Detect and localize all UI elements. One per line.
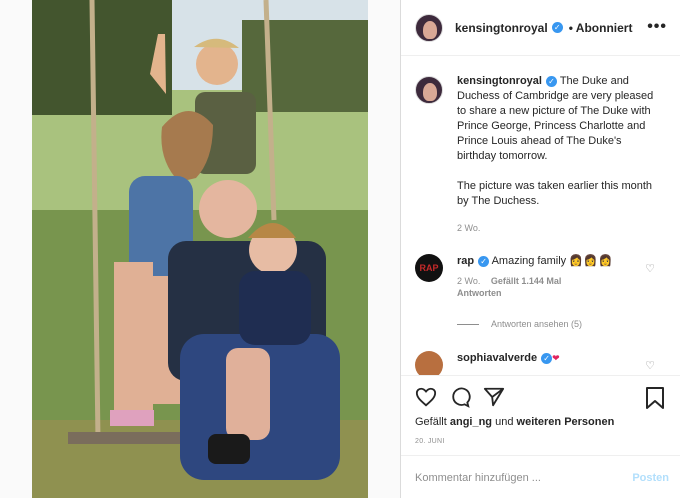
comment-like-count[interactable]: Gefällt 1.144 Mal	[491, 276, 562, 286]
comments-list[interactable]: kensingtonroyal ✓ The Duke and Duchess of…	[401, 56, 680, 375]
like-summary[interactable]: Gefällt angi_ng und weiteren Personen	[415, 416, 614, 428]
caption-verified-icon: ✓	[545, 76, 557, 87]
comment-age: 2 Wo.	[457, 276, 481, 286]
more-options-icon[interactable]: •••	[647, 18, 667, 36]
verified-badge-icon: ✓	[551, 22, 563, 33]
speech-bubble-icon[interactable]	[449, 386, 475, 412]
family-photo-illustration	[32, 0, 368, 498]
comment-meta: 2 Wo. Gefällt 1.144 Mal Antworten	[457, 275, 637, 299]
view-replies-label: Antworten ansehen (5)	[491, 319, 583, 329]
commenter-avatar[interactable]: RAP	[415, 254, 443, 282]
comment-body: rap ✓ Amazing family 👩👩👩 2 Wo. Gefällt 1.…	[457, 254, 637, 299]
comment-composer: Kommentar hinzufügen ... Posten	[401, 455, 680, 498]
heart-emoji-icon: ❤	[552, 353, 560, 363]
comment-item: RAP rap ✓ Amazing family 👩👩👩 2 Wo. Gefäll…	[415, 254, 675, 299]
bookmark-icon[interactable]	[645, 386, 669, 412]
post-header: kensingtonroyal ✓ • Abonniert •••	[401, 0, 680, 56]
reply-link[interactable]: Antworten	[457, 288, 502, 298]
commenter-username[interactable]: rap	[457, 255, 474, 267]
action-icons	[415, 386, 517, 412]
left-gutter	[0, 0, 32, 498]
likes-prefix: Gefällt	[415, 416, 447, 428]
caption-avatar[interactable]	[415, 76, 443, 104]
paper-plane-icon[interactable]	[483, 386, 509, 412]
comment-like-icon[interactable]: ♡	[645, 359, 655, 372]
replies-divider	[457, 323, 479, 325]
comment-emojis: 👩👩👩	[569, 255, 614, 267]
caption-age: 2 Wo.	[457, 223, 481, 233]
follow-status[interactable]: • Abonniert	[569, 21, 633, 35]
post-caption: kensingtonroyal ✓ The Duke and Duchess of…	[415, 74, 675, 236]
post-photo[interactable]	[32, 0, 368, 498]
comment-like-icon[interactable]: ♡	[645, 262, 655, 275]
view-replies[interactable]: Antworten ansehen (5)	[457, 319, 582, 329]
commenter-verified-icon: ✓	[541, 353, 553, 364]
likes-middle: und	[495, 416, 514, 428]
caption-username[interactable]: kensingtonroyal	[457, 75, 542, 87]
caption-text: kensingtonroyal ✓ The Duke and Duchess of…	[457, 74, 657, 236]
caption-body-2: The picture was taken earlier this month…	[457, 180, 653, 207]
account-avatar[interactable]	[415, 13, 443, 42]
comment-text: Amazing family	[491, 255, 567, 267]
account-username[interactable]: kensingtonroyal	[455, 21, 548, 35]
post-date: 20. JUNI	[415, 438, 445, 445]
likes-user[interactable]: angi_ng	[450, 416, 492, 428]
commenter-avatar[interactable]	[415, 351, 443, 375]
heart-outline-icon[interactable]	[415, 386, 441, 412]
follow-status-label: Abonniert	[575, 20, 633, 35]
post-actions: Gefällt angi_ng und weiteren Personen 20…	[401, 375, 680, 455]
caption-body-1: The Duke and Duchess of Cambridge are ve…	[457, 75, 654, 162]
commenter-username[interactable]: sophiavalverde	[457, 352, 537, 364]
commenter-verified-icon: ✓	[478, 256, 490, 267]
comment-body: sophiavalverde ✓ ❤	[457, 351, 637, 375]
likes-suffix[interactable]: weiteren Personen	[517, 416, 615, 428]
post-comment-button[interactable]: Posten	[632, 472, 669, 484]
post-side-panel: kensingtonroyal ✓ • Abonniert ••• kensin…	[400, 0, 680, 498]
comment-input[interactable]: Kommentar hinzufügen ...	[415, 472, 541, 484]
comment-item: sophiavalverde ✓ ❤ ♡	[415, 351, 675, 375]
